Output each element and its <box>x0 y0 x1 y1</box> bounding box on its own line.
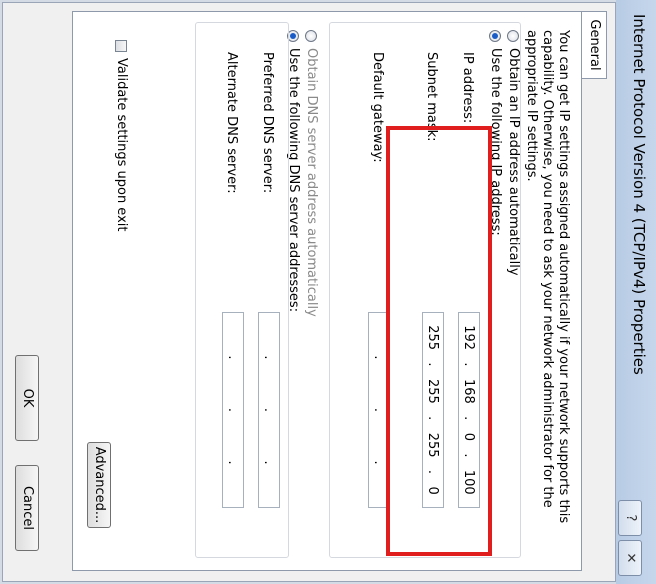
advanced-button[interactable]: Advanced... <box>87 442 111 528</box>
preferred-dns-field[interactable]: . . . <box>258 312 280 508</box>
default-gateway-label: Default gateway: <box>370 52 385 163</box>
help-icon: ? <box>623 514 638 522</box>
alternate-dns-label: Alternate DNS server: <box>224 52 239 194</box>
obtain-dns-auto-label: Obtain DNS server address automatically <box>304 48 319 317</box>
validate-settings-label: Validate settings upon exit <box>114 58 129 232</box>
ip-address-label: IP address: <box>460 52 475 124</box>
tab-general[interactable]: General <box>580 11 607 79</box>
close-button[interactable]: ✕ <box>618 540 642 576</box>
dialog-client: General You can get IP settings assigned… <box>2 2 616 582</box>
close-icon: ✕ <box>623 552 638 564</box>
obtain-ip-auto-label: Obtain an IP address automatically <box>506 48 521 276</box>
alternate-dns-field[interactable]: . . . <box>222 312 244 508</box>
cancel-button[interactable]: Cancel <box>15 465 39 551</box>
obtain-ip-auto-radio[interactable] <box>507 30 519 42</box>
intro-text: You can get IP settings assigned automat… <box>524 30 571 524</box>
obtain-dns-auto-radio[interactable] <box>305 30 317 42</box>
title-bar: Internet Protocol Version 4 (TCP/IPv4) P… <box>616 0 656 584</box>
window-title: Internet Protocol Version 4 (TCP/IPv4) P… <box>630 14 648 375</box>
preferred-dns-label: Preferred DNS server: <box>260 52 275 194</box>
general-panel: You can get IP settings assigned automat… <box>72 11 582 571</box>
dialog-window: Internet Protocol Version 4 (TCP/IPv4) P… <box>0 0 656 584</box>
help-button[interactable]: ? <box>618 500 642 536</box>
ok-button[interactable]: OK <box>15 355 39 441</box>
highlight-annotation <box>386 126 492 556</box>
use-following-ip-radio[interactable] <box>489 30 501 42</box>
validate-settings-checkbox[interactable] <box>115 40 127 52</box>
